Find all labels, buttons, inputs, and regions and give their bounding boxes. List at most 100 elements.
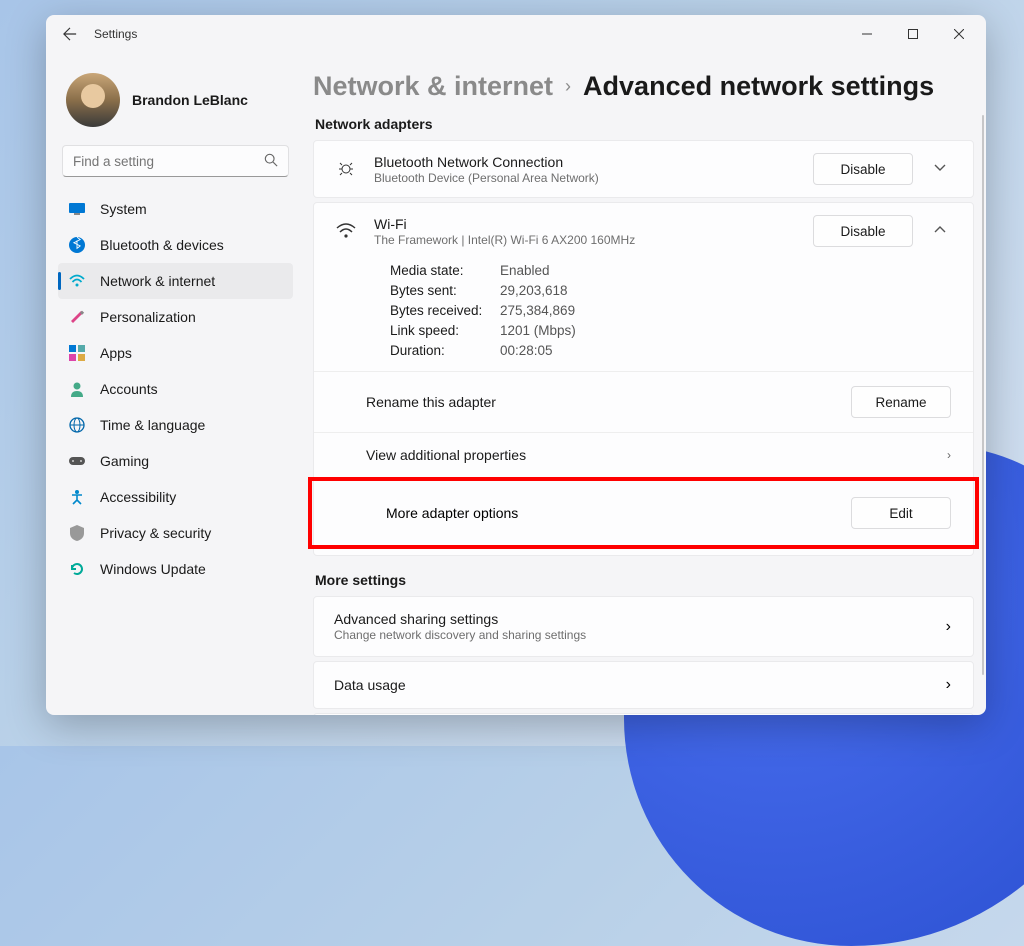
- sidebar-item-time-language[interactable]: Time & language: [58, 407, 293, 443]
- avatar: [66, 73, 120, 127]
- sidebar-item-label: Personalization: [100, 309, 196, 325]
- minimize-icon: [862, 29, 872, 39]
- sidebar-nav: System Bluetooth & devices Network & int…: [58, 191, 293, 587]
- chevron-right-icon: ›: [565, 76, 571, 97]
- section-header-more: More settings: [315, 572, 974, 588]
- search-box[interactable]: [62, 145, 289, 177]
- sidebar-item-accessibility[interactable]: Accessibility: [58, 479, 293, 515]
- breadcrumb: Network & internet › Advanced network se…: [313, 71, 974, 102]
- user-header[interactable]: Brandon LeBlanc: [58, 61, 293, 145]
- adapter-subtitle: Bluetooth Device (Personal Area Network): [374, 171, 797, 185]
- sidebar-item-gaming[interactable]: Gaming: [58, 443, 293, 479]
- rename-button[interactable]: Rename: [851, 386, 951, 418]
- adapter-card-bluetooth: Bluetooth Network Connection Bluetooth D…: [313, 140, 974, 198]
- chevron-up-icon: [934, 224, 946, 236]
- time-language-icon: [68, 416, 86, 434]
- sidebar-item-label: Network & internet: [100, 273, 215, 289]
- sidebar-item-label: Gaming: [100, 453, 149, 469]
- back-button[interactable]: [50, 18, 90, 50]
- sidebar-item-label: System: [100, 201, 147, 217]
- sidebar-item-label: Privacy & security: [100, 525, 211, 541]
- maximize-button[interactable]: [890, 18, 936, 50]
- setting-subtitle: Change network discovery and sharing set…: [334, 628, 586, 642]
- stat-label: Duration:: [390, 341, 500, 361]
- apps-icon: [68, 344, 86, 362]
- sidebar-item-label: Accounts: [100, 381, 158, 397]
- view-additional-properties-row[interactable]: View additional properties ›: [314, 432, 973, 477]
- scrollbar[interactable]: [982, 115, 984, 675]
- annotation-highlight: More adapter options Edit: [308, 477, 979, 549]
- sidebar-item-label: Bluetooth & devices: [100, 237, 224, 253]
- stat-value: 275,384,869: [500, 301, 575, 321]
- adapter-subtitle: The Framework | Intel(R) Wi-Fi 6 AX200 1…: [374, 233, 797, 247]
- search-icon: [264, 153, 278, 170]
- disable-button[interactable]: Disable: [813, 215, 913, 247]
- breadcrumb-parent[interactable]: Network & internet: [313, 71, 553, 102]
- adapter-stats: Media state:Enabled Bytes sent:29,203,61…: [314, 259, 973, 371]
- sidebar-item-label: Time & language: [100, 417, 205, 433]
- setting-title: Data usage: [334, 677, 406, 693]
- sidebar-item-privacy[interactable]: Privacy & security: [58, 515, 293, 551]
- chevron-right-icon: ›: [946, 618, 951, 636]
- app-title: Settings: [94, 27, 137, 41]
- sidebar-item-network[interactable]: Network & internet: [58, 263, 293, 299]
- rename-adapter-row: Rename this adapter Rename: [314, 371, 973, 432]
- accessibility-icon: [68, 488, 86, 506]
- bluetooth-icon: [68, 236, 86, 254]
- stat-value: Enabled: [500, 261, 550, 281]
- sidebar-item-bluetooth[interactable]: Bluetooth & devices: [58, 227, 293, 263]
- sidebar-item-label: Accessibility: [100, 489, 176, 505]
- close-icon: [954, 29, 964, 39]
- sidebar-item-label: Windows Update: [100, 561, 206, 577]
- chevron-down-icon: [934, 162, 946, 174]
- disable-button[interactable]: Disable: [813, 153, 913, 185]
- accounts-icon: [68, 380, 86, 398]
- back-arrow-icon: [63, 27, 77, 41]
- setting-data-usage[interactable]: Data usage ›: [313, 661, 974, 709]
- setting-hardware-properties[interactable]: Hardware and connection properties ›: [313, 713, 974, 715]
- wifi-adapter-icon: [334, 223, 358, 239]
- stat-label: Bytes received:: [390, 301, 500, 321]
- stat-label: Media state:: [390, 261, 500, 281]
- close-button[interactable]: [936, 18, 982, 50]
- collapse-button[interactable]: [929, 224, 951, 239]
- chevron-right-icon: ›: [946, 676, 951, 694]
- sidebar-item-personalization[interactable]: Personalization: [58, 299, 293, 335]
- adapter-title: Bluetooth Network Connection: [374, 154, 797, 170]
- personalization-icon: [68, 308, 86, 326]
- window-controls: [844, 18, 982, 50]
- setting-advanced-sharing[interactable]: Advanced sharing settings Change network…: [313, 596, 974, 657]
- more-adapter-options-row: More adapter options Edit: [314, 483, 973, 543]
- sidebar-item-accounts[interactable]: Accounts: [58, 371, 293, 407]
- setting-title: Advanced sharing settings: [334, 611, 586, 627]
- expand-button[interactable]: [929, 162, 951, 177]
- wifi-icon: [68, 272, 86, 290]
- stat-value: 29,203,618: [500, 281, 568, 301]
- edit-button[interactable]: Edit: [851, 497, 951, 529]
- sidebar: Brandon LeBlanc System Bluetooth & devic…: [46, 53, 301, 715]
- page-title: Advanced network settings: [583, 71, 934, 102]
- rename-label: Rename this adapter: [366, 394, 496, 410]
- sidebar-item-apps[interactable]: Apps: [58, 335, 293, 371]
- adapter-title: Wi-Fi: [374, 216, 797, 232]
- stat-label: Link speed:: [390, 321, 500, 341]
- chevron-right-icon: ›: [947, 448, 951, 462]
- titlebar: Settings: [46, 15, 986, 53]
- settings-window: Settings Brandon LeBlanc System: [46, 15, 986, 715]
- section-header-adapters: Network adapters: [315, 116, 974, 132]
- view-additional-label: View additional properties: [366, 447, 526, 463]
- search-input[interactable]: [73, 154, 264, 169]
- bluetooth-adapter-icon: [334, 159, 358, 179]
- maximize-icon: [908, 29, 918, 39]
- user-name: Brandon LeBlanc: [132, 92, 248, 108]
- update-icon: [68, 560, 86, 578]
- system-icon: [68, 200, 86, 218]
- stat-label: Bytes sent:: [390, 281, 500, 301]
- sidebar-item-system[interactable]: System: [58, 191, 293, 227]
- sidebar-item-label: Apps: [100, 345, 132, 361]
- minimize-button[interactable]: [844, 18, 890, 50]
- stat-value: 00:28:05: [500, 341, 553, 361]
- stat-value: 1201 (Mbps): [500, 321, 576, 341]
- adapter-card-wifi: Wi-Fi The Framework | Intel(R) Wi-Fi 6 A…: [313, 202, 974, 556]
- sidebar-item-windows-update[interactable]: Windows Update: [58, 551, 293, 587]
